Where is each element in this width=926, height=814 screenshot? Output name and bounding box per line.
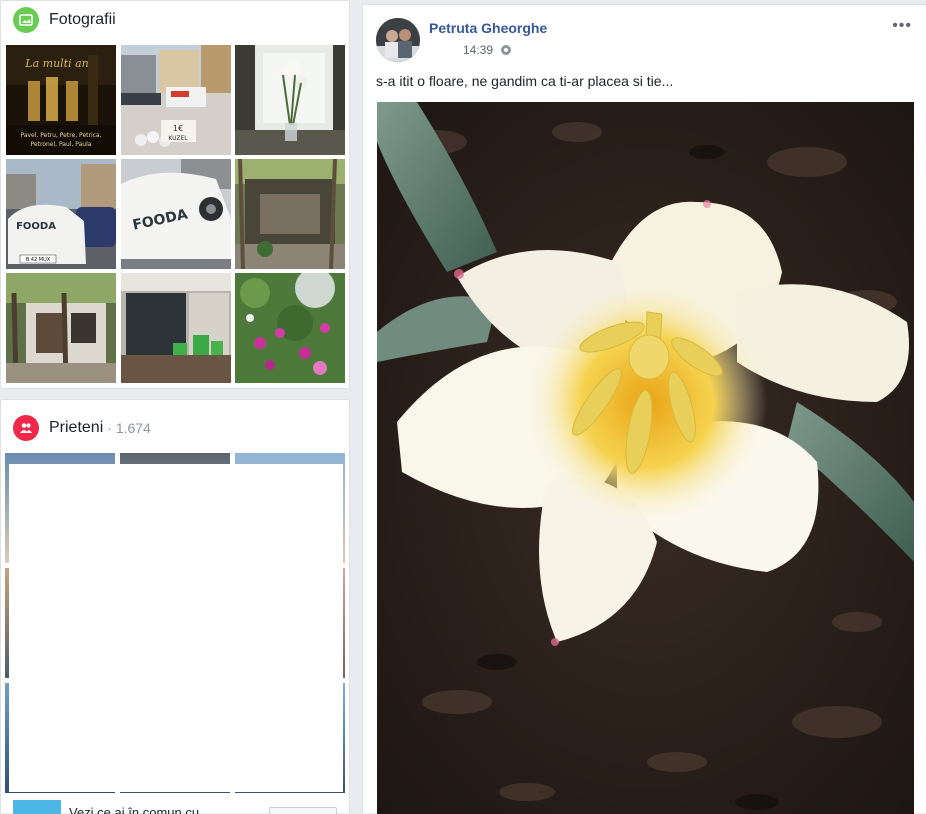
- thumb-names-2: Petronel, Paul, Paula: [31, 141, 92, 148]
- friends-count: · 1.674: [107, 420, 151, 436]
- thumb-price: 1€: [173, 124, 183, 133]
- photo-thumb[interactable]: [6, 273, 116, 383]
- photo-thumb[interactable]: FOODA B 42 MUX: [6, 159, 116, 269]
- photos-header: Fotografii: [13, 7, 116, 33]
- photo-thumb[interactable]: 1€ KUZEL: [121, 45, 231, 155]
- photo-thumb[interactable]: La multi ani! Pavel, Petru, Petre, Petri…: [6, 45, 116, 155]
- photo-thumb[interactable]: FOODA: [121, 159, 231, 269]
- photos-title[interactable]: Fotografii: [49, 11, 116, 29]
- post-card: Petruta Gheorghe 14:39 ••• s-a itit o fl…: [362, 4, 926, 814]
- friends-overlay: [9, 464, 343, 792]
- thumb-names-1: Pavel, Petru, Petre, Petrica,: [20, 132, 101, 139]
- mutual-friends-row[interactable]: Vezi ce ai în comun cu: [13, 798, 343, 814]
- thumb-plate: B 42 MUX: [26, 257, 51, 263]
- more-options-button[interactable]: •••: [892, 17, 912, 35]
- photo-thumb[interactable]: [235, 45, 345, 155]
- author-avatar[interactable]: [376, 18, 420, 62]
- author-name[interactable]: Petruta Gheorghe: [429, 20, 547, 36]
- mutual-thumb: [13, 800, 61, 814]
- thumb-caption: La multi ani!: [24, 57, 96, 70]
- photo-icon: [13, 7, 39, 33]
- post-timestamp[interactable]: 14:39: [463, 43, 493, 57]
- tulip-image: [377, 102, 914, 814]
- post-photo[interactable]: [377, 102, 914, 814]
- photo-thumb[interactable]: [235, 159, 345, 269]
- globe-icon[interactable]: [501, 45, 512, 55]
- friends-title[interactable]: Prieteni: [49, 419, 103, 437]
- friends-card: Prieteni · 1.674 Vezi ce ai în comun cu: [0, 399, 350, 814]
- thumb-kuzel: KUZEL: [168, 135, 188, 142]
- photo-thumb[interactable]: [235, 273, 345, 383]
- friends-count-value: 1.674: [115, 420, 151, 436]
- friends-icon: [13, 415, 39, 441]
- photo-thumb[interactable]: [121, 273, 231, 383]
- photos-card: Fotografii La multi ani! Pavel, Petru, P…: [0, 0, 350, 389]
- post-meta: 14:39: [463, 43, 512, 57]
- thumb-fooda: FOODA: [16, 221, 56, 232]
- friends-header: Prieteni · 1.674: [13, 415, 151, 441]
- post-text: s-a itit o floare, ne gandim ca ti-ar pl…: [376, 73, 674, 89]
